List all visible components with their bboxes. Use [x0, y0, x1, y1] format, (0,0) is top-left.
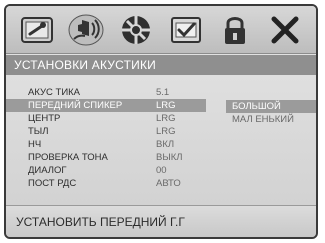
setting-label: ПОСТ РДС: [28, 178, 77, 189]
password-lock-icon[interactable]: [215, 10, 255, 50]
preference-icon[interactable]: [166, 10, 206, 50]
setup-menu-screen: УСТАНОВКИ АКУСТИКИ АКУС ТИКА 5.1 ПЕРЕДНИ…: [4, 4, 318, 239]
setting-value: ВЫКЛ: [156, 152, 183, 163]
setting-label: ЦЕНТР: [28, 113, 61, 124]
setting-value: 5.1: [156, 87, 170, 98]
setting-value: АВТО: [156, 178, 181, 189]
setting-label: ПРОВЕРКА ТОНА: [28, 152, 108, 163]
setting-row-front-speaker[interactable]: ПЕРЕДНИЙ СПИКЕР LRG: [6, 99, 206, 112]
option-large[interactable]: БОЛЬШОЙ: [226, 100, 316, 113]
setting-value: LRG: [156, 126, 176, 137]
general-setup-icon[interactable]: [17, 10, 57, 50]
option-small[interactable]: МАЛ ЕНЬКИЙ: [226, 113, 316, 126]
setting-value: LRG: [156, 100, 176, 111]
video-setup-icon[interactable]: [116, 10, 156, 50]
audio-setup-icon[interactable]: [66, 10, 106, 50]
exit-icon[interactable]: [265, 10, 305, 50]
status-footer: УСТАНОВИТЬ ПЕРЕДНИЙ Г.Г: [6, 205, 316, 237]
toolbar: [6, 6, 316, 54]
setting-value: ВКЛ: [156, 139, 175, 150]
setting-label: НЧ: [28, 139, 42, 150]
setting-label: АКУС ТИКА: [28, 87, 81, 98]
page-title: УСТАНОВКИ АКУСТИКИ: [6, 55, 316, 75]
setting-label: ДИАЛОГ: [28, 165, 67, 176]
setting-label: ПЕРЕДНИЙ СПИКЕР: [28, 100, 123, 111]
setting-value: 00: [156, 165, 167, 176]
setting-value: LRG: [156, 113, 176, 124]
setting-label: ТЫЛ: [28, 126, 49, 137]
